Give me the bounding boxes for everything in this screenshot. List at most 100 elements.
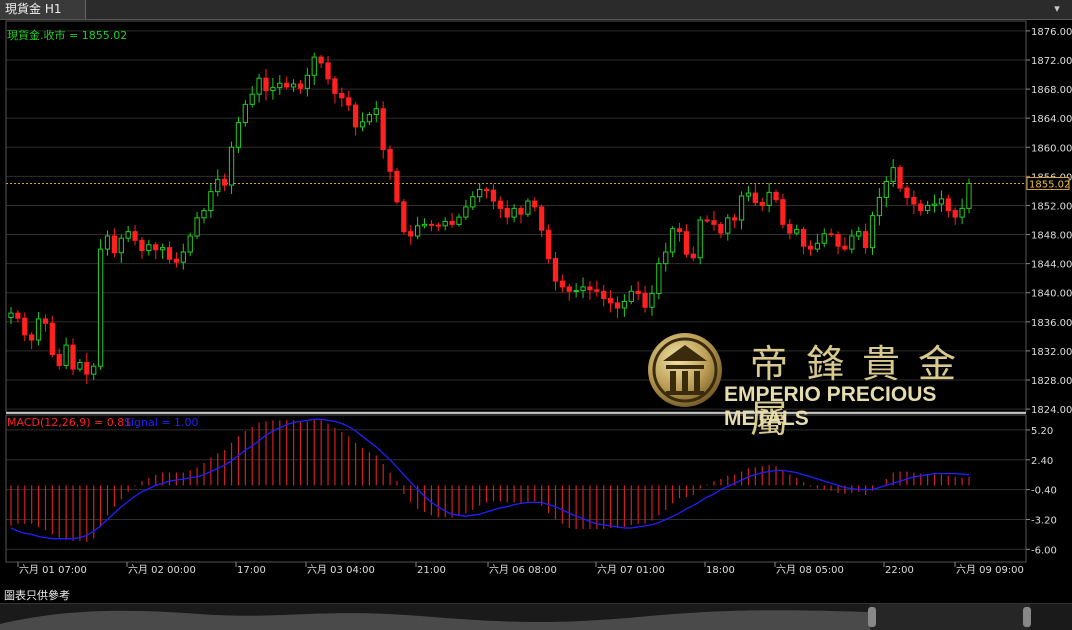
candle-body <box>800 228 807 247</box>
candle-body <box>421 223 428 227</box>
time-tick-label: 六月 03 04:00 <box>307 564 375 576</box>
candle-body <box>442 220 448 227</box>
candle-body <box>77 362 83 370</box>
price-tick-label: 1876.00 <box>1031 27 1072 38</box>
candle-body <box>718 223 724 234</box>
price-tick-label: 1844.00 <box>1031 260 1072 271</box>
candle-body <box>352 104 359 128</box>
price-tick-label: 1860.00 <box>1031 143 1072 154</box>
candle-body <box>463 206 469 218</box>
candle-body <box>697 219 703 259</box>
candle-body <box>835 234 841 247</box>
candle-body <box>56 354 62 366</box>
candle-body <box>635 290 641 294</box>
candle-body <box>159 247 166 251</box>
scroll-handle-right[interactable] <box>1023 607 1031 627</box>
candle-body <box>545 229 552 260</box>
candle-body <box>373 108 379 116</box>
candle-body <box>807 245 814 250</box>
candle-body <box>614 302 621 309</box>
candle-body <box>249 93 255 105</box>
candle-body <box>173 258 180 263</box>
candle-body <box>208 191 214 212</box>
candle-body <box>938 198 945 205</box>
candle-body <box>539 206 545 231</box>
candle-body <box>366 114 373 123</box>
candle-body <box>952 210 958 218</box>
current-price-label: 1855.02 <box>1029 179 1070 190</box>
candle-body <box>670 228 676 253</box>
candle-body <box>97 248 104 367</box>
candle-body <box>931 203 938 206</box>
candle-body <box>704 219 710 222</box>
time-tick-label: 六月 02 00:00 <box>128 564 196 576</box>
candle-body <box>862 231 869 249</box>
candle-body <box>132 231 138 241</box>
candle-body <box>966 182 972 209</box>
candle-body <box>470 196 476 208</box>
watermark-logo: 帝鋒貴金屬 EMPERIO PRECIOUS METALS <box>646 331 1026 441</box>
price-tick-label: 1824.00 <box>1031 405 1072 416</box>
candle-body <box>277 82 283 89</box>
candle-body <box>111 235 118 254</box>
chart-svg[interactable]: 1876.001872.001868.001864.001860.001856.… <box>0 20 1072 605</box>
price-tick-label: 1840.00 <box>1031 289 1072 300</box>
macd-tick-label: -0.40 <box>1031 486 1057 497</box>
candle-body <box>780 199 786 225</box>
candle-body <box>587 286 593 291</box>
candle-body <box>490 189 497 202</box>
candle-body <box>270 87 276 92</box>
candle-body <box>339 92 345 99</box>
candle-body <box>483 188 490 191</box>
candle-body <box>925 204 931 212</box>
candle-body <box>346 97 352 106</box>
candle-body <box>387 148 393 172</box>
time-tick-label: 六月 01 07:00 <box>19 564 87 576</box>
scroll-handle-left[interactable] <box>868 607 876 627</box>
candle-body <box>70 344 76 370</box>
candle-body <box>745 192 752 197</box>
candle-body <box>22 317 28 336</box>
candle-body <box>759 202 765 206</box>
candle-body <box>194 217 200 237</box>
candle-body <box>228 146 235 186</box>
candle-body <box>394 170 400 203</box>
candle-body <box>297 83 304 89</box>
candle-body <box>104 235 111 250</box>
price-tick-label: 1836.00 <box>1031 318 1072 329</box>
candle-body <box>918 203 924 212</box>
candle-body <box>477 188 483 198</box>
macd-label: MACD(12,26,9) = 0.81 <box>7 416 131 429</box>
candle-body <box>766 191 772 206</box>
candle-body <box>738 195 745 221</box>
candle-body <box>621 300 628 309</box>
scroll-overview <box>0 604 1030 630</box>
candle-body <box>8 312 14 318</box>
tab-chart[interactable]: 現貨金 H1 <box>0 0 86 19</box>
candle-body <box>690 253 696 259</box>
candle-body <box>676 228 683 233</box>
candle-body <box>876 196 883 217</box>
candle-body <box>359 121 366 128</box>
price-panel-label: 現貨金.收市 = 1855.02 <box>7 28 127 42</box>
horizontal-scrollbar[interactable] <box>0 603 1072 630</box>
candle-body <box>552 258 559 282</box>
candle-body <box>525 200 531 215</box>
candle-body <box>408 231 414 237</box>
candle-body <box>91 365 97 375</box>
candle-body <box>263 77 269 92</box>
candle-body <box>380 108 386 150</box>
candle-body <box>656 263 662 294</box>
price-tick-label: 1852.00 <box>1031 201 1072 212</box>
time-tick-label: 六月 08 05:00 <box>776 564 844 576</box>
candle-body <box>725 217 731 234</box>
chart-area[interactable]: 1876.001872.001868.001864.001860.001856.… <box>0 20 1072 605</box>
candle-body <box>15 312 21 319</box>
price-tick-label: 1832.00 <box>1031 347 1072 358</box>
candle-body <box>284 82 290 88</box>
candle-body <box>201 210 207 219</box>
candle-body <box>594 289 600 292</box>
candle-body <box>318 56 324 64</box>
candle-body <box>456 216 462 225</box>
macd-tick-label: -6.00 <box>1031 545 1057 556</box>
